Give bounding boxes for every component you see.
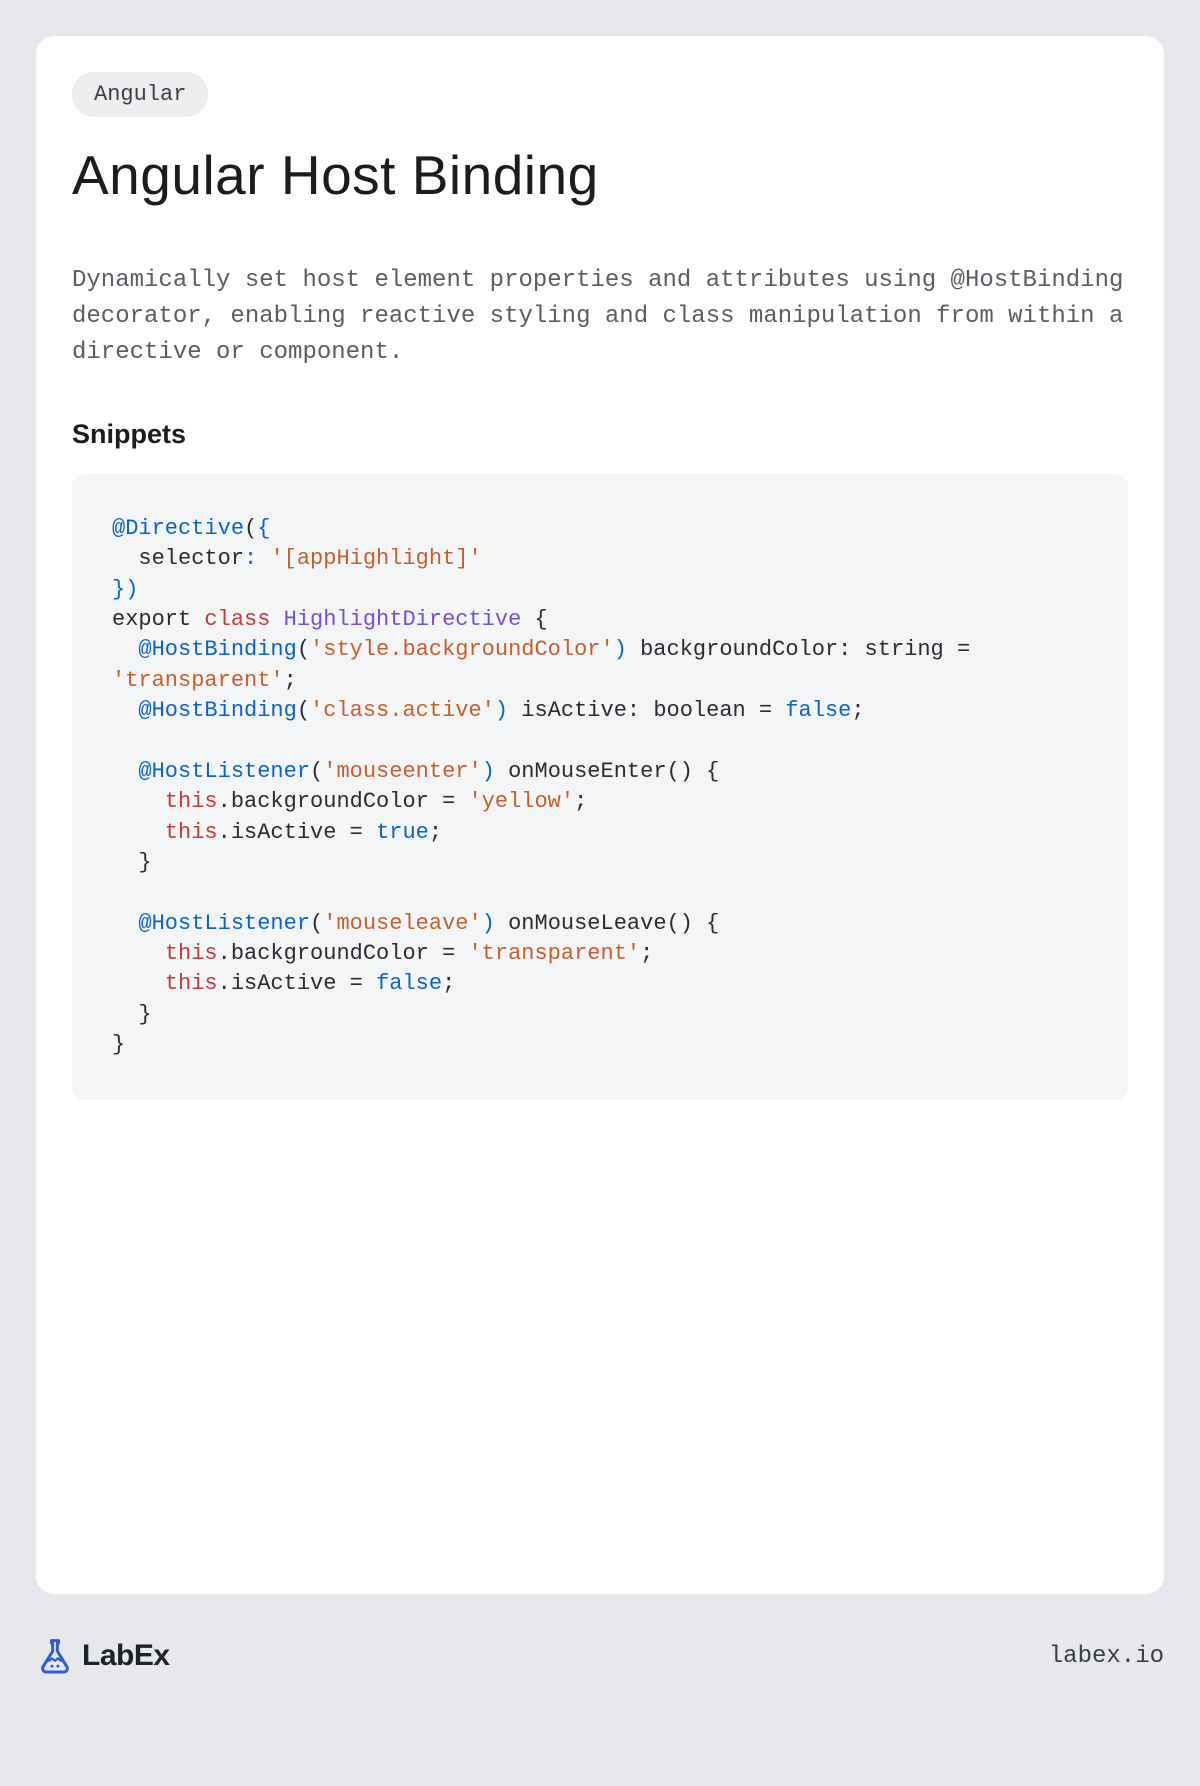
code-token: false [785, 698, 851, 723]
code-token: isActive: boolean = [508, 698, 785, 723]
code-token: @Directive [112, 516, 244, 541]
code-token: .isActive = [218, 971, 376, 996]
code-token: ; [851, 698, 864, 723]
snippets-heading: Snippets [72, 419, 1128, 450]
code-token: 'style.backgroundColor' [310, 637, 614, 662]
code-token: '[appHighlight]' [270, 546, 481, 571]
brand-name: LabEx [82, 1639, 170, 1673]
code-token: } [112, 1032, 125, 1057]
code-token: true [376, 820, 429, 845]
code-token: this [165, 789, 218, 814]
code-token: { [257, 516, 270, 541]
code-token: class [204, 607, 270, 632]
code-token: ) [614, 637, 627, 662]
code-token [112, 971, 165, 996]
code-token: 'transparent' [468, 941, 640, 966]
code-token: .backgroundColor = [218, 789, 469, 814]
code-token [112, 789, 165, 814]
code-token [112, 941, 165, 966]
flask-icon [36, 1637, 74, 1675]
code-token: @HostBinding [138, 698, 296, 723]
brand: LabEx [36, 1637, 170, 1675]
code-token [112, 698, 138, 723]
code-token [112, 759, 138, 784]
code-token: false [376, 971, 442, 996]
code-token: ) [482, 759, 495, 784]
code-token: } [112, 850, 152, 875]
code-token: this [165, 820, 218, 845]
code-token: backgroundColor: string = [627, 637, 983, 662]
code-token: onMouseLeave() { [495, 911, 719, 936]
code-token: .backgroundColor = [218, 941, 469, 966]
page-title: Angular Host Binding [72, 143, 1128, 207]
code-token: ) [482, 911, 495, 936]
code-token: export [112, 607, 204, 632]
code-token [270, 607, 283, 632]
code-token: @HostListener [138, 911, 310, 936]
content-card: Angular Angular Host Binding Dynamically… [36, 36, 1164, 1594]
page-description: Dynamically set host element properties … [72, 263, 1128, 371]
code-token: ( [244, 516, 257, 541]
code-token: 'class.active' [310, 698, 495, 723]
code-token: HighlightDirective [284, 607, 522, 632]
code-token: { [521, 607, 547, 632]
code-token: this [165, 971, 218, 996]
code-token: ( [297, 637, 310, 662]
code-token: 'transparent' [112, 668, 284, 693]
code-token: ( [310, 759, 323, 784]
code-token: ; [284, 668, 297, 693]
code-token: : [244, 546, 257, 571]
code-token [112, 637, 138, 662]
code-token: selector [112, 546, 244, 571]
code-token: onMouseEnter() { [495, 759, 719, 784]
code-token: } [112, 577, 125, 602]
code-token: ; [574, 789, 587, 814]
code-token: 'mouseenter' [323, 759, 481, 784]
page-footer: LabEx labex.io [36, 1637, 1164, 1675]
code-token: 'mouseleave' [323, 911, 481, 936]
code-token: @HostBinding [138, 637, 296, 662]
code-token: ; [429, 820, 442, 845]
code-token: ) [125, 577, 138, 602]
code-token: ( [310, 911, 323, 936]
code-token: @HostListener [138, 759, 310, 784]
code-token [257, 546, 270, 571]
code-token: 'yellow' [468, 789, 574, 814]
footer-domain: labex.io [1049, 1643, 1164, 1670]
code-token: ; [442, 971, 455, 996]
code-token [112, 820, 165, 845]
code-token: ( [297, 698, 310, 723]
code-token: } [112, 1002, 152, 1027]
code-token [112, 911, 138, 936]
code-token: this [165, 941, 218, 966]
code-token: .isActive = [218, 820, 376, 845]
code-token: ; [640, 941, 653, 966]
code-snippet: @Directive({ selector: '[appHighlight]' … [72, 474, 1128, 1100]
topic-tag: Angular [72, 72, 208, 117]
code-token: ) [495, 698, 508, 723]
